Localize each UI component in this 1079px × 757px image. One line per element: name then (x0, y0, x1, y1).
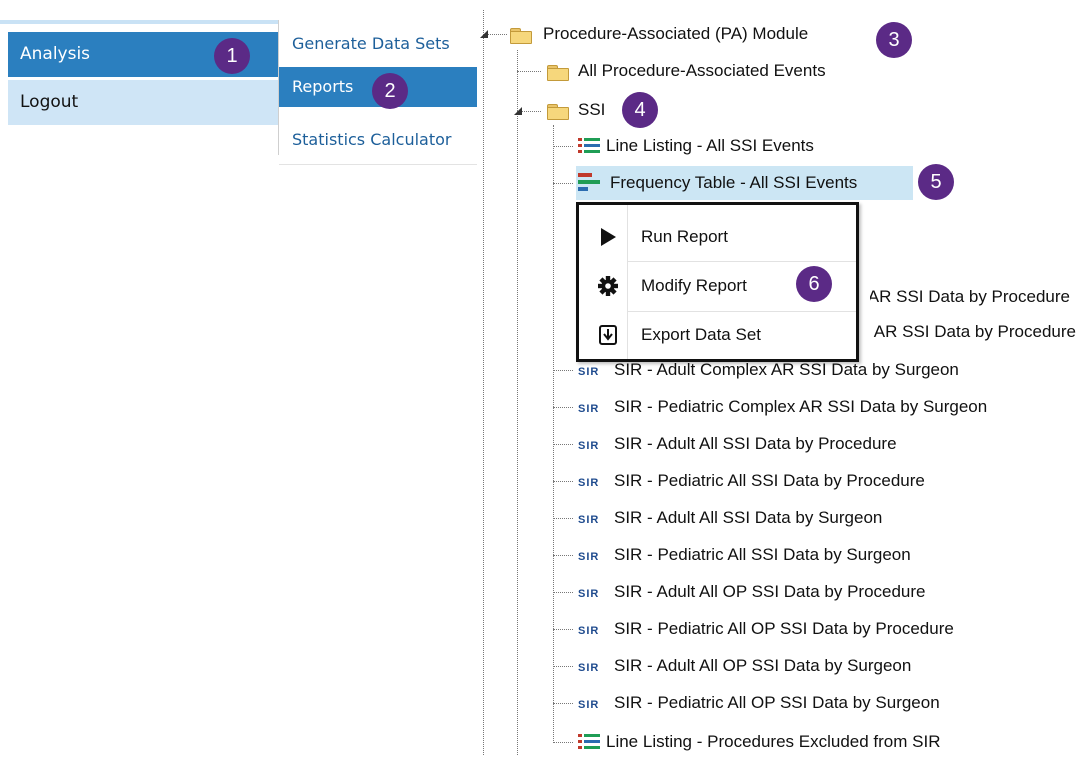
collapse-arrow-icon[interactable] (478, 28, 490, 40)
report-label: Line Listing - Procedures Excluded from … (606, 732, 941, 751)
report-label: Frequency Table - All SSI Events (610, 173, 858, 192)
sir-icon: SIR (578, 551, 600, 563)
report-label: SIR - Pediatric All SSI Data by Surgeon (614, 545, 911, 564)
line-listing-icon (578, 733, 600, 750)
report-label: SIR - Pediatric Complex AR SSI Data by P… (870, 322, 1076, 341)
menu-item-label: Run Report (641, 227, 728, 246)
callout-badge-5: 5 (918, 164, 954, 200)
tree-node-report[interactable]: SIR SIR - Pediatric All OP SSI Data by Su… (578, 691, 940, 715)
frequency-table-icon (578, 173, 602, 192)
tree-node-report[interactable]: SIR SIR - Pediatric Complex AR SSI Data b… (578, 395, 987, 419)
tree-node-ssi[interactable]: SSI (578, 98, 605, 122)
report-label: SIR - Pediatric All SSI Data by Procedur… (614, 471, 925, 490)
tree-node-report[interactable]: SIR SIR - Pediatric All SSI Data by Proce… (578, 469, 925, 493)
report-label: SIR - Adult All OP SSI Data by Surgeon (614, 656, 912, 675)
report-label: SIR - Pediatric Complex AR SSI Data by S… (614, 397, 988, 416)
sir-icon: SIR (578, 403, 600, 415)
callout-badge-4: 4 (622, 92, 658, 128)
context-menu-export-data-set[interactable]: Export Data Set (579, 311, 856, 359)
tree-node-report[interactable]: SIR SIR - Adult All SSI Data by Procedure (578, 432, 897, 456)
tree-line (553, 146, 573, 147)
tree-line (553, 481, 573, 482)
export-icon (599, 325, 617, 345)
tree-line-ssi (553, 125, 554, 743)
tree-line (553, 444, 573, 445)
tree-node-all-pa-events[interactable]: All Procedure-Associated Events (578, 59, 826, 83)
tree-node-report-frequency-table[interactable]: Frequency Table - All SSI Events (578, 171, 857, 195)
tree-node-report[interactable]: SIR SIR - Adult All OP SSI Data by Proced… (578, 580, 926, 604)
nav-item-logout[interactable]: Logout (8, 80, 278, 125)
tree-node-report[interactable]: Line Listing - All SSI Events (578, 134, 814, 158)
sir-icon: SIR (578, 440, 600, 452)
submenu-item-statistics-calculator[interactable]: Statistics Calculator (279, 120, 477, 160)
report-label: Line Listing - All SSI Events (606, 136, 814, 155)
sir-icon: SIR (578, 514, 600, 526)
sir-icon: SIR (578, 588, 600, 600)
tree-line (553, 518, 573, 519)
callout-badge-1: 1 (214, 38, 250, 74)
sir-icon: SIR (578, 699, 600, 711)
report-label: SIR - Pediatric All OP SSI Data by Surge… (614, 693, 940, 712)
report-label: SIR - Adult Complex AR SSI Data by Surge… (614, 360, 959, 379)
tree-line (553, 555, 573, 556)
submenu-item-generate-data-sets[interactable]: Generate Data Sets (279, 24, 477, 64)
tree-line (553, 703, 573, 704)
folder-icon (510, 26, 532, 44)
tree-node-report[interactable]: SIR SIR - Adult All SSI Data by Surgeon (578, 506, 882, 530)
tree-line (553, 183, 573, 184)
tree-node-report[interactable]: SIR SIR - Adult All OP SSI Data by Surgeo… (578, 654, 911, 678)
tree-line-module (517, 50, 518, 755)
callout-badge-3: 3 (876, 22, 912, 58)
tree-node-report[interactable]: SIR SIR - Pediatric All OP SSI Data by Pr… (578, 617, 954, 641)
tree-line (553, 592, 573, 593)
sir-icon: SIR (578, 366, 600, 378)
folder-icon (547, 63, 569, 81)
sir-icon: SIR (578, 662, 600, 674)
tree-line (553, 629, 573, 630)
callout-badge-2: 2 (372, 73, 408, 109)
collapse-arrow-icon[interactable] (512, 105, 524, 117)
tree-line (553, 742, 573, 743)
tree-line (517, 71, 541, 72)
nav-top-strip (0, 20, 278, 24)
tree-node-pa-module[interactable]: Procedure-Associated (PA) Module (543, 22, 808, 46)
play-icon (601, 228, 616, 246)
report-label: SIR - Adult All SSI Data by Procedure (614, 434, 897, 453)
gear-icon (598, 276, 618, 296)
tree-line (553, 370, 573, 371)
menu-item-label: Export Data Set (641, 325, 762, 344)
submenu-separator (279, 164, 477, 165)
menu-item-label: Modify Report (641, 276, 747, 295)
sir-icon: SIR (578, 477, 600, 489)
tree-node-report[interactable]: SIR - Pediatric Complex AR SSI Data by P… (870, 320, 1076, 344)
sir-icon: SIR (578, 625, 600, 637)
report-label: SIR - Adult All OP SSI Data by Procedure (614, 582, 926, 601)
report-label: SIR - Adult Complex AR SSI Data by Proce… (870, 287, 1070, 306)
tree-node-report[interactable]: Line Listing - Procedures Excluded from … (578, 730, 941, 754)
tree-node-report[interactable]: SIR - Adult Complex AR SSI Data by Proce… (870, 285, 1070, 309)
report-label: SIR - Adult All SSI Data by Surgeon (614, 508, 883, 527)
context-menu-run-report[interactable]: Run Report (579, 213, 856, 261)
tree-node-report[interactable]: SIR SIR - Pediatric All SSI Data by Surge… (578, 543, 911, 567)
tree-line (553, 666, 573, 667)
report-label: SIR - Pediatric All OP SSI Data by Proce… (614, 619, 954, 638)
tree-line-root (483, 10, 484, 755)
tree-line (553, 407, 573, 408)
folder-icon (547, 102, 569, 120)
callout-badge-6: 6 (796, 266, 832, 302)
line-listing-icon (578, 137, 600, 154)
